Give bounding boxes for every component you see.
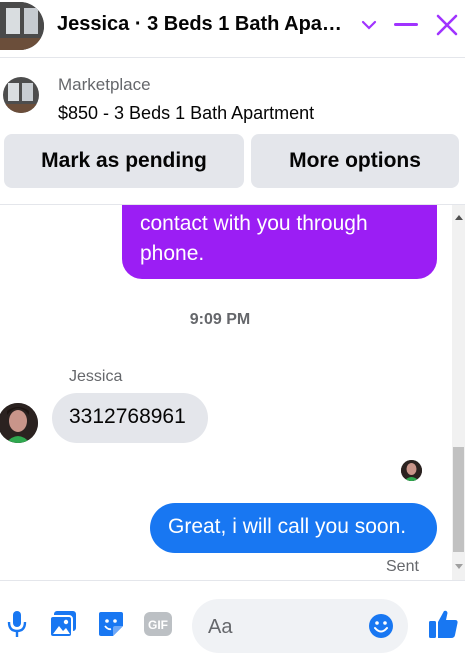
incoming-message-bubble: 3312768961 [52,393,208,443]
chat-header: Jessica · 3 Beds 1 Bath Apa… [0,0,465,56]
message-composer: GIF Aa [0,580,465,661]
mark-as-pending-button[interactable]: Mark as pending [4,134,244,188]
listing-name[interactable]: $850 - 3 Beds 1 Bath Apartment [58,103,314,124]
gif-icon[interactable]: GIF [143,609,173,639]
chevron-down-icon[interactable] [356,12,382,38]
outgoing-message-bubble: Great, i will call you soon. [150,503,437,553]
listing-thumbnail[interactable] [0,2,44,50]
listing-category: Marketplace [58,75,151,94]
scrollbar-thumb[interactable] [453,447,464,552]
scrollbar[interactable] [452,205,465,580]
scroll-up-arrow-icon[interactable] [452,211,465,223]
outgoing-message-bubble: contact with you through phone. [122,205,437,279]
sticker-icon[interactable] [96,609,126,639]
photo-icon[interactable] [48,609,78,639]
message-input-placeholder: Aa [208,616,233,638]
avatar[interactable] [0,403,38,443]
seen-avatar [401,460,422,481]
scroll-down-arrow-icon[interactable] [452,560,465,572]
emoji-icon[interactable] [368,613,394,639]
message-list[interactable]: contact with you through phone. 9:09 PM … [0,204,465,580]
svg-text:GIF: GIF [148,618,168,632]
like-icon[interactable] [427,607,461,641]
message-status: Sent [386,558,419,575]
listing-avatar[interactable] [3,77,39,113]
more-options-button[interactable]: More options [251,134,459,188]
close-icon[interactable] [434,12,460,38]
sender-name: Jessica [69,368,123,385]
chat-title[interactable]: Jessica · 3 Beds 1 Bath Apa… [57,13,347,36]
minimize-icon[interactable] [393,12,419,38]
message-timestamp: 9:09 PM [189,311,251,328]
microphone-icon[interactable] [2,609,32,639]
marketplace-listing-bar: Marketplace $850 - 3 Beds 1 Bath Apartme… [0,58,465,204]
message-input[interactable]: Aa [192,599,408,653]
